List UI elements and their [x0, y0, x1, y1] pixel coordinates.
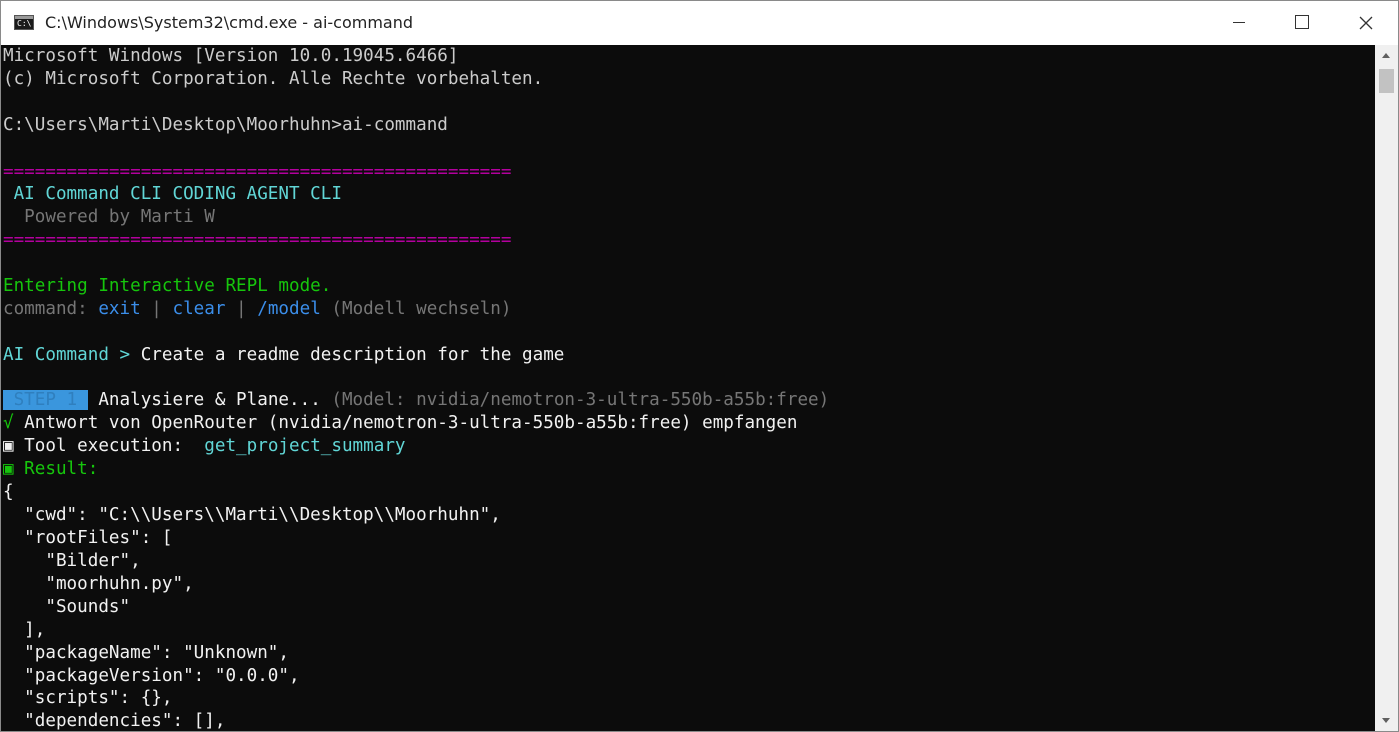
vertical-scrollbar[interactable] [1375, 45, 1398, 731]
step-badge: STEP 1 [3, 390, 88, 410]
user-prompt-label: AI Command > [3, 345, 141, 365]
json-line: "packageVersion": "0.0.0", [3, 666, 300, 686]
title-bar[interactable]: C:\ C:\Windows\System32\cmd.exe - ai-com… [1, 1, 1398, 45]
header-version: Microsoft Windows [Version 10.0.19045.64… [3, 46, 459, 66]
model-hint: (Modell wechseln) [320, 299, 512, 319]
scroll-down-arrow-icon[interactable] [1375, 711, 1398, 731]
json-line: "cwd": "C:\\Users\\Marti\\Desktop\\Moorh… [3, 505, 501, 525]
checkmark-icon: √ [3, 413, 14, 433]
json-line: "dependencies": [], [3, 711, 226, 731]
header-copyright: (c) Microsoft Corporation. Alle Rechte v… [3, 69, 544, 89]
console-output[interactable]: Microsoft Windows [Version 10.0.19045.64… [1, 45, 1375, 731]
user-prompt-text: Create a readme description for the game [140, 345, 565, 365]
scroll-up-arrow-icon[interactable] [1375, 45, 1398, 65]
scroll-thumb[interactable] [1379, 69, 1394, 93]
clear-command: clear [172, 299, 226, 319]
json-line: "moorhuhn.py", [3, 574, 194, 594]
step-model: (Model: nvidia/nemotron-3-ultra-550b-a55… [331, 390, 830, 410]
cmd-icon-label: C:\ [17, 19, 32, 28]
banner-subtitle: Powered by Marti W [3, 207, 215, 227]
banner-rule-bottom: ========================================… [3, 230, 512, 250]
tool-icon: ▣ [3, 436, 14, 456]
response-line: √ Antwort von OpenRouter (nvidia/nemotro… [3, 412, 797, 435]
json-line: "Bilder", [3, 551, 141, 571]
tool-name: get_project_summary [204, 436, 406, 456]
result-label: Result: [13, 459, 99, 479]
tool-line: ▣ Tool execution: get_project_summary [3, 435, 406, 458]
exit-command: exit [98, 299, 141, 319]
cmd-icon[interactable]: C:\ [14, 15, 34, 30]
json-line: "scripts": {}, [3, 688, 173, 708]
repl-mode-line: Entering Interactive REPL mode. [3, 276, 332, 296]
banner-title: AI Command CLI CODING AGENT CLI [3, 184, 342, 204]
tool-label: Tool execution: [13, 436, 205, 456]
command-separator: | [140, 299, 173, 319]
result-icon: ▣ [3, 459, 14, 479]
json-line: "rootFiles": [ [3, 528, 173, 548]
model-command: /model [257, 299, 321, 319]
json-line: "packageName": "Unknown", [3, 643, 289, 663]
step-title: Analysiere & Plane... [87, 390, 332, 410]
command-separator: | [225, 299, 258, 319]
json-line: { [3, 482, 14, 502]
prompt-line: C:\Users\Marti\Desktop\Moorhuhn>ai-comma… [3, 115, 448, 135]
close-icon[interactable] [1334, 1, 1398, 45]
json-line: "Sounds" [3, 597, 131, 617]
maximize-icon[interactable] [1270, 1, 1334, 45]
banner-rule-top: ========================================… [3, 162, 512, 182]
commands-line: command: exit | clear | /model (Modell w… [3, 298, 511, 321]
step-line: STEP 1 Analysiere & Plane... (Model: nvi… [3, 389, 829, 412]
result-line: ▣ Result: [3, 458, 98, 481]
minimize-icon[interactable] [1206, 1, 1270, 45]
commands-label: command: [3, 299, 99, 319]
cmd-window: C:\ C:\Windows\System32\cmd.exe - ai-com… [0, 0, 1399, 732]
window-title: C:\Windows\System32\cmd.exe - ai-command [45, 13, 414, 32]
user-prompt-line: AI Command > Create a readme description… [3, 344, 564, 367]
json-line: ], [3, 620, 46, 640]
response-text: Antwort von OpenRouter (nvidia/nemotron-… [13, 413, 798, 433]
